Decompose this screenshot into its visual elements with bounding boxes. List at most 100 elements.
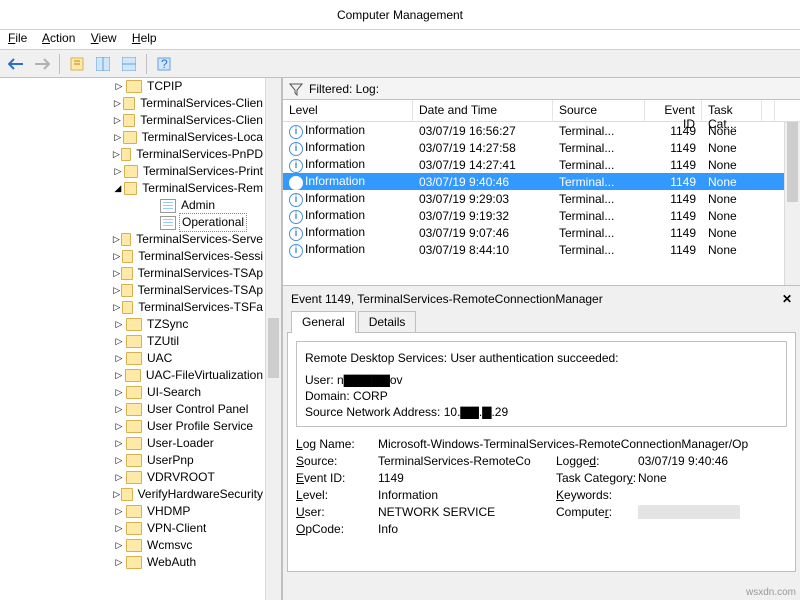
forward-button[interactable] <box>30 53 54 75</box>
expand-icon[interactable]: ▷ <box>112 248 122 265</box>
tree-node[interactable]: ▷TerminalServices-Sessi <box>0 248 265 265</box>
close-icon[interactable]: ✕ <box>782 292 792 306</box>
tree-node[interactable]: ▷TerminalServices-Loca <box>0 129 265 146</box>
tree-node[interactable]: ▷TerminalServices-Print <box>0 163 265 180</box>
expand-icon[interactable]: ▷ <box>112 316 126 333</box>
tree-node[interactable]: ▷TerminalServices-TSAp <box>0 282 265 299</box>
folder-icon <box>122 301 134 314</box>
event-properties: Log Name:Microsoft-Windows-TerminalServi… <box>296 437 787 536</box>
event-row[interactable]: iInformation03/07/19 14:27:41Terminal...… <box>283 156 800 173</box>
expand-icon[interactable]: ▷ <box>112 129 123 146</box>
menu-file[interactable]: File <box>8 31 27 45</box>
tab-details[interactable]: Details <box>358 311 417 333</box>
tree-node[interactable]: ▷User-Loader <box>0 435 265 452</box>
event-row[interactable]: iInformation03/07/19 9:40:46Terminal...1… <box>283 173 800 190</box>
tree-node[interactable]: ▷UAC-FileVirtualization <box>0 367 265 384</box>
expand-icon[interactable]: ◢ <box>112 180 124 197</box>
col-category[interactable]: Task Cat... <box>702 100 762 121</box>
column-headers: Level Date and Time Source Event ID Task… <box>283 100 800 122</box>
view-button-2[interactable] <box>117 53 141 75</box>
tree-node[interactable]: ▷TerminalServices-Clien <box>0 112 265 129</box>
expand-icon[interactable]: ▷ <box>112 486 121 503</box>
tree-node[interactable]: ▷VDRVROOT <box>0 469 265 486</box>
tree-node[interactable]: ▷VHDMP <box>0 503 265 520</box>
expand-icon[interactable]: ▷ <box>112 452 126 469</box>
tree-node[interactable]: ▷UAC <box>0 350 265 367</box>
expand-icon[interactable]: ▷ <box>112 469 126 486</box>
tree-node[interactable]: ▷User Profile Service <box>0 418 265 435</box>
expand-icon[interactable]: ▷ <box>112 350 126 367</box>
event-row[interactable]: iInformation03/07/19 16:56:27Terminal...… <box>283 122 800 139</box>
tree-node[interactable]: ▷TCPIP <box>0 78 265 95</box>
expand-icon[interactable]: ▷ <box>112 163 124 180</box>
tree-node[interactable]: ▷UserPnp <box>0 452 265 469</box>
tree-node[interactable]: ▷User Control Panel <box>0 401 265 418</box>
tab-general[interactable]: General <box>291 311 356 333</box>
expand-icon[interactable]: ▷ <box>112 367 125 384</box>
expand-icon[interactable]: ▷ <box>112 282 121 299</box>
expand-icon[interactable]: ▷ <box>112 265 121 282</box>
tree-node[interactable]: ◢TerminalServices-Rem <box>0 180 265 197</box>
expand-icon[interactable]: ▷ <box>112 401 126 418</box>
tree-node[interactable]: ▷ TerminalServices-Serve <box>0 231 265 248</box>
event-row[interactable]: iInformation03/07/19 14:27:58Terminal...… <box>283 139 800 156</box>
info-icon: i <box>289 159 303 173</box>
event-row[interactable]: iInformation03/07/19 9:29:03Terminal...1… <box>283 190 800 207</box>
tree-node[interactable]: ▷ TZSync <box>0 316 265 333</box>
folder-icon <box>126 556 142 569</box>
tree-node[interactable]: ▷TerminalServices-TSAp <box>0 265 265 282</box>
watermark: wsxdn.com <box>746 587 796 598</box>
folder-icon <box>121 284 132 297</box>
event-list: Level Date and Time Source Event ID Task… <box>283 100 800 286</box>
menu-help[interactable]: Help <box>132 31 157 45</box>
list-scrollbar[interactable] <box>784 122 800 285</box>
expand-icon[interactable]: ▷ <box>112 435 126 452</box>
col-level[interactable]: Level <box>283 100 413 121</box>
expand-icon[interactable]: ▷ <box>112 503 126 520</box>
event-row[interactable]: iInformation03/07/19 9:19:32Terminal...1… <box>283 207 800 224</box>
expand-icon[interactable]: ▷ <box>112 231 121 248</box>
col-source[interactable]: Source <box>553 100 645 121</box>
tree-node[interactable]: Admin <box>0 197 265 214</box>
tree-node[interactable]: ▷VerifyHardwareSecurity <box>0 486 265 503</box>
col-date[interactable]: Date and Time <box>413 100 553 121</box>
menu-action[interactable]: Action <box>42 31 75 45</box>
expand-icon[interactable]: ▷ <box>112 78 126 95</box>
info-icon: i <box>289 210 303 224</box>
tree-node[interactable]: Operational <box>0 214 265 231</box>
tree-node[interactable]: ▷TZUtil <box>0 333 265 350</box>
tree-node[interactable]: ▷ WebAuth <box>0 554 265 571</box>
menu-view[interactable]: View <box>91 31 117 45</box>
tree-label: TZSync <box>145 316 190 333</box>
tree-node[interactable]: ▷TerminalServices-Clien <box>0 95 265 112</box>
log-icon <box>160 216 176 230</box>
expand-icon[interactable]: ▷ <box>112 520 126 537</box>
expand-icon[interactable]: ▷ <box>112 384 126 401</box>
expand-icon[interactable]: ▷ <box>112 418 126 435</box>
help-button[interactable]: ? <box>152 53 176 75</box>
expand-icon[interactable]: ▷ <box>112 333 126 350</box>
event-row[interactable]: iInformation03/07/19 8:44:10Terminal...1… <box>283 241 800 258</box>
tree-node[interactable]: ▷UI-Search <box>0 384 265 401</box>
tree-scrollbar[interactable] <box>265 78 281 600</box>
properties-button[interactable] <box>65 53 89 75</box>
tree-node[interactable]: ▷TerminalServices-TSFa <box>0 299 265 316</box>
filter-label: Filtered: Log: <box>309 82 379 96</box>
tree-label: WebAuth <box>145 554 198 571</box>
tree-label: TerminalServices-Serve <box>134 231 265 248</box>
col-eventid[interactable]: Event ID <box>645 100 702 121</box>
tree-label: TerminalServices-PnPD <box>134 146 265 163</box>
tree-node[interactable]: ▷Wcmsvc <box>0 537 265 554</box>
expand-icon[interactable]: ▷ <box>112 112 123 129</box>
expand-icon[interactable]: ▷ <box>112 146 121 163</box>
expand-icon[interactable]: ▷ <box>112 95 123 112</box>
expand-icon[interactable]: ▷ <box>112 554 126 571</box>
expand-icon[interactable]: ▷ <box>112 299 122 316</box>
event-row[interactable]: iInformation03/07/19 9:07:46Terminal...1… <box>283 224 800 241</box>
back-button[interactable] <box>4 53 28 75</box>
tree-node[interactable]: ▷ TerminalServices-PnPD <box>0 146 265 163</box>
expand-icon[interactable]: ▷ <box>112 537 126 554</box>
view-button-1[interactable] <box>91 53 115 75</box>
folder-icon <box>126 403 142 416</box>
tree-node[interactable]: ▷VPN-Client <box>0 520 265 537</box>
